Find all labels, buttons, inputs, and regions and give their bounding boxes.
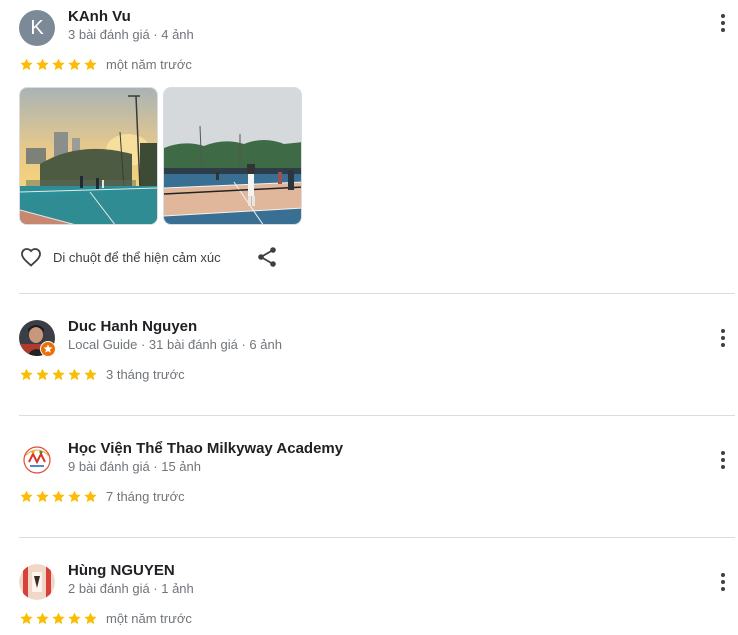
reviewer-meta: 2 bài đánh giá · 1 ảnh bbox=[68, 581, 194, 596]
star-icon bbox=[67, 489, 82, 504]
heart-icon[interactable] bbox=[19, 245, 43, 269]
star-icon bbox=[35, 367, 50, 382]
rating-row: 3 tháng trước bbox=[19, 366, 185, 382]
divider bbox=[19, 293, 735, 294]
reviewer-meta: Local Guide · 31 bài đánh giá · 6 ảnh bbox=[68, 337, 282, 352]
star-icon bbox=[83, 489, 98, 504]
rating-row: một năm trước bbox=[19, 610, 192, 626]
avatar[interactable] bbox=[19, 442, 55, 478]
more-vert-icon[interactable] bbox=[711, 448, 735, 472]
reviewer-name[interactable]: KAnh Vu bbox=[68, 8, 131, 25]
star-icon bbox=[19, 611, 34, 626]
more-vert-icon[interactable] bbox=[711, 326, 735, 350]
reviewer-name[interactable]: Duc Hanh Nguyen bbox=[68, 318, 197, 335]
reviewer-meta: 9 bài đánh giá · 15 ảnh bbox=[68, 459, 201, 474]
star-icon bbox=[83, 57, 98, 72]
star-icon bbox=[67, 367, 82, 382]
avatar-photo bbox=[19, 564, 55, 600]
reviewer-name[interactable]: Hùng NGUYEN bbox=[68, 562, 175, 579]
review-photo-image bbox=[20, 88, 157, 224]
reviewer-name[interactable]: Học Viện Thể Thao Milkyway Academy bbox=[68, 440, 343, 457]
star-icon bbox=[35, 489, 50, 504]
review-time: một năm trước bbox=[106, 610, 192, 626]
star-icon bbox=[51, 611, 66, 626]
divider bbox=[19, 415, 735, 416]
star-rating bbox=[19, 367, 98, 382]
rating-row: một năm trước bbox=[19, 56, 192, 72]
avatar-letter: K bbox=[30, 16, 44, 39]
review-photo[interactable] bbox=[19, 87, 158, 225]
review-time: 7 tháng trước bbox=[106, 488, 185, 504]
star-rating bbox=[19, 611, 98, 626]
review-photo-image bbox=[164, 88, 301, 224]
review-photo[interactable] bbox=[163, 87, 302, 225]
academy-logo bbox=[19, 442, 55, 478]
star-icon bbox=[51, 489, 66, 504]
star-icon bbox=[51, 57, 66, 72]
avatar[interactable] bbox=[19, 564, 55, 600]
share-icon[interactable] bbox=[255, 245, 279, 269]
reviewer-meta: 3 bài đánh giá · 4 ảnh bbox=[68, 27, 194, 42]
avatar[interactable]: K bbox=[19, 10, 55, 46]
more-vert-icon[interactable] bbox=[711, 570, 735, 594]
star-icon bbox=[51, 367, 66, 382]
avatar[interactable] bbox=[19, 320, 56, 357]
star-icon bbox=[67, 57, 82, 72]
star-icon bbox=[35, 57, 50, 72]
star-icon bbox=[19, 57, 34, 72]
local-guide-badge-icon bbox=[40, 341, 56, 357]
star-icon bbox=[83, 611, 98, 626]
review-time: 3 tháng trước bbox=[106, 366, 185, 382]
star-icon bbox=[19, 367, 34, 382]
star-icon bbox=[67, 611, 82, 626]
review-actions: Di chuột để thể hiện cảm xúc bbox=[19, 245, 319, 269]
star-rating bbox=[19, 57, 98, 72]
divider bbox=[19, 537, 735, 538]
reaction-label: Di chuột để thể hiện cảm xúc bbox=[53, 250, 221, 265]
review-time: một năm trước bbox=[106, 56, 192, 72]
star-icon bbox=[19, 489, 34, 504]
rating-row: 7 tháng trước bbox=[19, 488, 185, 504]
star-icon bbox=[35, 611, 50, 626]
star-rating bbox=[19, 489, 98, 504]
star-icon bbox=[83, 367, 98, 382]
more-vert-icon[interactable] bbox=[711, 11, 735, 35]
